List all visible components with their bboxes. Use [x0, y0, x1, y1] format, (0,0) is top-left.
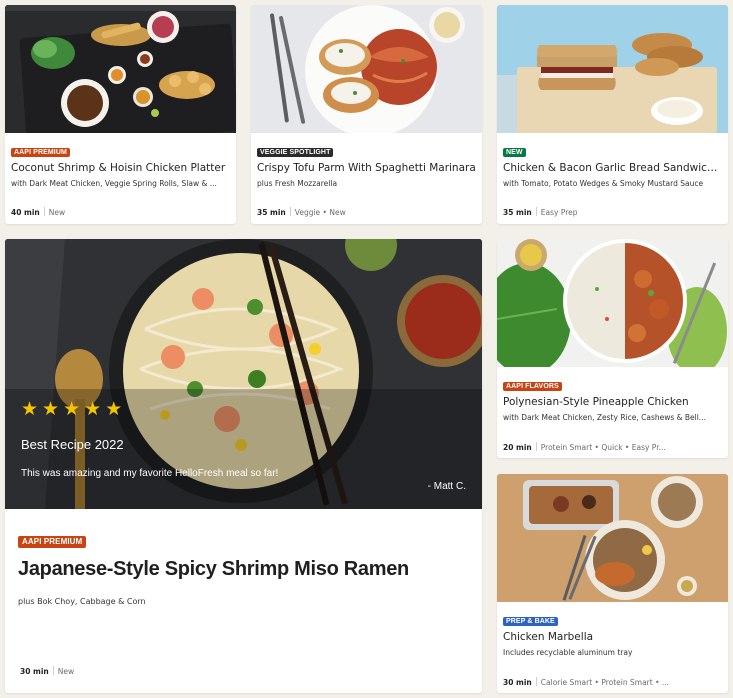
recipe-title[interactable]: Japanese-Style Spicy Shrimp Miso Ramen	[18, 557, 469, 581]
rating-stars: ★ ★ ★ ★ ★	[21, 399, 122, 419]
star-icon: ★	[63, 398, 81, 420]
meta-divider	[535, 207, 537, 216]
recipe-card-coconut-shrimp[interactable]: AAPI PREMIUM Coconut Shrimp & Hoisin Chi…	[5, 5, 236, 224]
recipe-subtitle: with Dark Meat Chicken, Veggie Spring Ro…	[11, 179, 217, 188]
recipe-meta: 40 min New	[11, 207, 230, 218]
recipe-tags: New	[57, 667, 75, 676]
star-icon: ★	[105, 398, 123, 420]
recipe-card-pineapple-chicken[interactable]: AAPI FLAVORS Polynesian-Style Pineapple …	[497, 239, 728, 458]
recipe-tags: Veggie • New	[294, 208, 346, 217]
star-icon: ★	[84, 398, 102, 420]
recipe-tag-badge: AAPI FLAVORS	[503, 382, 562, 391]
meta-divider	[43, 207, 45, 216]
recipe-image	[497, 239, 728, 367]
recipe-title[interactable]: Chicken Marbella	[503, 630, 722, 644]
recipe-tag-badge: PREP & BAKE	[503, 617, 558, 626]
recipe-meta: 20 min Protein Smart • Quick • Easy Pr...	[503, 442, 722, 453]
recipe-card-tofu-parm[interactable]: VEGGIE SPOTLIGHT Crispy Tofu Parm With S…	[251, 5, 482, 224]
cook-time: 40 min	[11, 208, 40, 217]
recipe-title[interactable]: Coconut Shrimp & Hoisin Chicken Platter	[11, 161, 230, 175]
recipe-image: ★ ★ ★ ★ ★ Best Recipe 2022 This was amaz…	[5, 239, 482, 509]
recipe-meta: 30 min New	[20, 666, 476, 677]
cook-time: 35 min	[257, 208, 286, 217]
recipe-image	[497, 474, 728, 602]
recipe-image	[497, 5, 728, 133]
recipe-image	[251, 5, 482, 133]
recipe-subtitle: Includes recyclable aluminum tray	[503, 648, 633, 657]
cook-time: 20 min	[503, 443, 532, 452]
recipe-tags: Easy Prep	[540, 208, 578, 217]
recipe-image	[5, 5, 236, 133]
recipe-title[interactable]: Crispy Tofu Parm With Spaghetti Marinara	[257, 161, 476, 175]
cook-time: 30 min	[20, 667, 49, 676]
recipe-subtitle: with Dark Meat Chicken, Zesty Rice, Cash…	[503, 413, 706, 422]
meta-divider	[52, 666, 54, 675]
meta-divider	[535, 677, 537, 686]
recipe-subtitle: with Tomato, Potato Wedges & Smoky Musta…	[503, 179, 704, 188]
recipe-tag-badge: VEGGIE SPOTLIGHT	[257, 148, 334, 157]
recipe-tags: Protein Smart • Quick • Easy Pr...	[540, 443, 666, 452]
recipe-tag-badge: AAPI PREMIUM	[11, 148, 70, 157]
cook-time: 30 min	[503, 678, 532, 687]
recipe-card-featured-miso-ramen[interactable]: ★ ★ ★ ★ ★ Best Recipe 2022 This was amaz…	[5, 239, 482, 693]
recipe-tag-badge: AAPI PREMIUM	[18, 536, 87, 548]
recipe-title[interactable]: Chicken & Bacon Garlic Bread Sandwich...	[503, 161, 722, 175]
recipe-meta: 30 min Calorie Smart • Protein Smart • ..…	[503, 677, 722, 688]
meta-divider	[289, 207, 291, 216]
recipe-card-chicken-bacon-sandwich[interactable]: NEW Chicken & Bacon Garlic Bread Sandwic…	[497, 5, 728, 224]
recipe-title[interactable]: Polynesian-Style Pineapple Chicken	[503, 395, 722, 409]
recipe-meta: 35 min Easy Prep	[503, 207, 722, 218]
meta-divider	[535, 442, 537, 451]
recipe-subtitle: plus Fresh Mozzarella	[257, 179, 338, 188]
star-icon: ★	[21, 398, 39, 420]
recipe-tags: New	[48, 208, 66, 217]
recipe-meta: 35 min Veggie • New	[257, 207, 476, 218]
review-title: Best Recipe 2022	[21, 437, 124, 452]
review-text: This was amazing and my favorite HelloFr…	[21, 468, 279, 479]
recipe-subtitle: plus Bok Choy, Cabbage & Corn	[18, 597, 146, 606]
recipe-card-chicken-marbella[interactable]: PREP & BAKE Chicken Marbella Includes re…	[497, 474, 728, 693]
recipe-tag-badge: NEW	[503, 148, 526, 157]
recipe-tags: Calorie Smart • Protein Smart • ...	[540, 678, 670, 687]
star-icon: ★	[42, 398, 60, 420]
review-author: - Matt C.	[427, 481, 466, 492]
cook-time: 35 min	[503, 208, 532, 217]
